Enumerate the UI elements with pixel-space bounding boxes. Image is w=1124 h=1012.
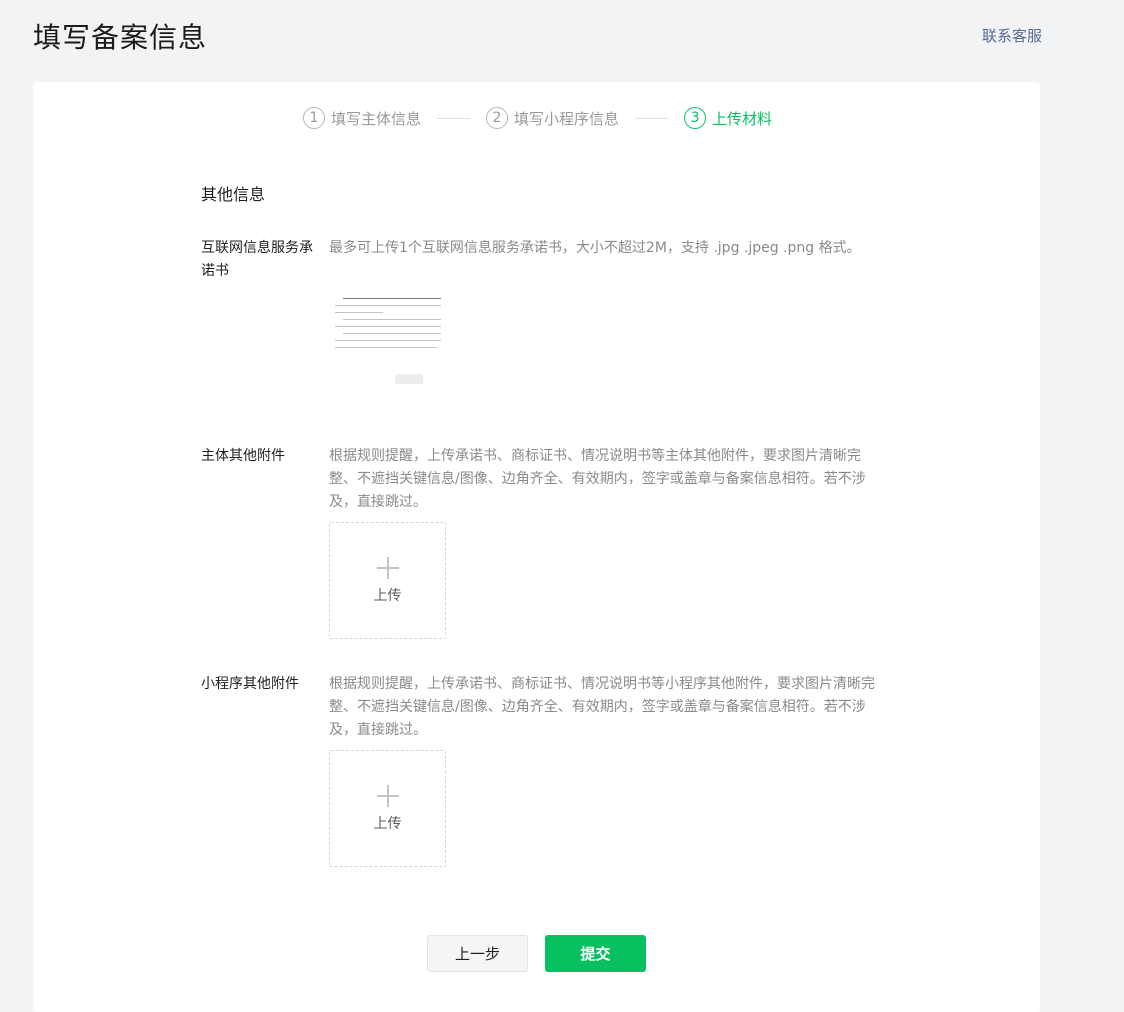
- step-3: 3 上传材料: [684, 107, 772, 129]
- document-preview-icon: [335, 298, 441, 364]
- entity-attachments-upload[interactable]: 上传: [329, 522, 446, 639]
- entity-attachments-label: 主体其他附件: [201, 448, 285, 464]
- step-1-label: 填写主体信息: [331, 109, 422, 128]
- upload-label: 上传: [373, 815, 402, 832]
- step-3-number: 3: [684, 107, 707, 129]
- plus-icon: [376, 784, 399, 807]
- step-2-number: 2: [486, 107, 509, 129]
- form-card: 1 填写主体信息 2 填写小程序信息 3 上传材料 其他信息 互联网信息服务承诺…: [33, 82, 1040, 1012]
- miniprogram-attachments-upload[interactable]: 上传: [329, 750, 446, 867]
- miniprogram-attachments-label: 小程序其他附件: [201, 676, 299, 692]
- submit-button[interactable]: 提交: [545, 935, 646, 972]
- step-3-label: 上传材料: [712, 109, 773, 128]
- entity-attachments-desc: 根据规则提醒，上传承诺书、商标证书、情况说明书等主体其他附件，要求图片清晰完整、…: [329, 448, 866, 510]
- miniprogram-attachments-desc: 根据规则提醒，上传承诺书、商标证书、情况说明书等小程序其他附件，要求图片清晰完整…: [329, 676, 875, 738]
- step-1: 1 填写主体信息: [303, 107, 421, 129]
- commitment-label: 互联网信息服务承诺书: [201, 240, 313, 279]
- step-1-number: 1: [303, 107, 325, 129]
- blurred-stamp: [395, 374, 423, 384]
- page-title: 填写备案信息: [33, 21, 208, 54]
- step-indicator: 1 填写主体信息 2 填写小程序信息 3 上传材料: [303, 106, 772, 130]
- step-divider: [437, 117, 471, 119]
- section-title: 其他信息: [201, 185, 266, 204]
- prev-step-button[interactable]: 上一步: [427, 935, 528, 972]
- upload-label: 上传: [373, 587, 402, 604]
- commitment-desc: 最多可上传1个互联网信息服务承诺书，大小不超过2M，支持 .jpg .jpeg …: [329, 240, 861, 256]
- step-2: 2 填写小程序信息: [486, 107, 619, 129]
- commitment-thumbnail[interactable]: [329, 292, 449, 392]
- step-divider: [635, 117, 669, 119]
- plus-icon: [376, 556, 399, 579]
- step-2-label: 填写小程序信息: [514, 109, 620, 128]
- contact-support-link[interactable]: 联系客服: [982, 25, 1042, 46]
